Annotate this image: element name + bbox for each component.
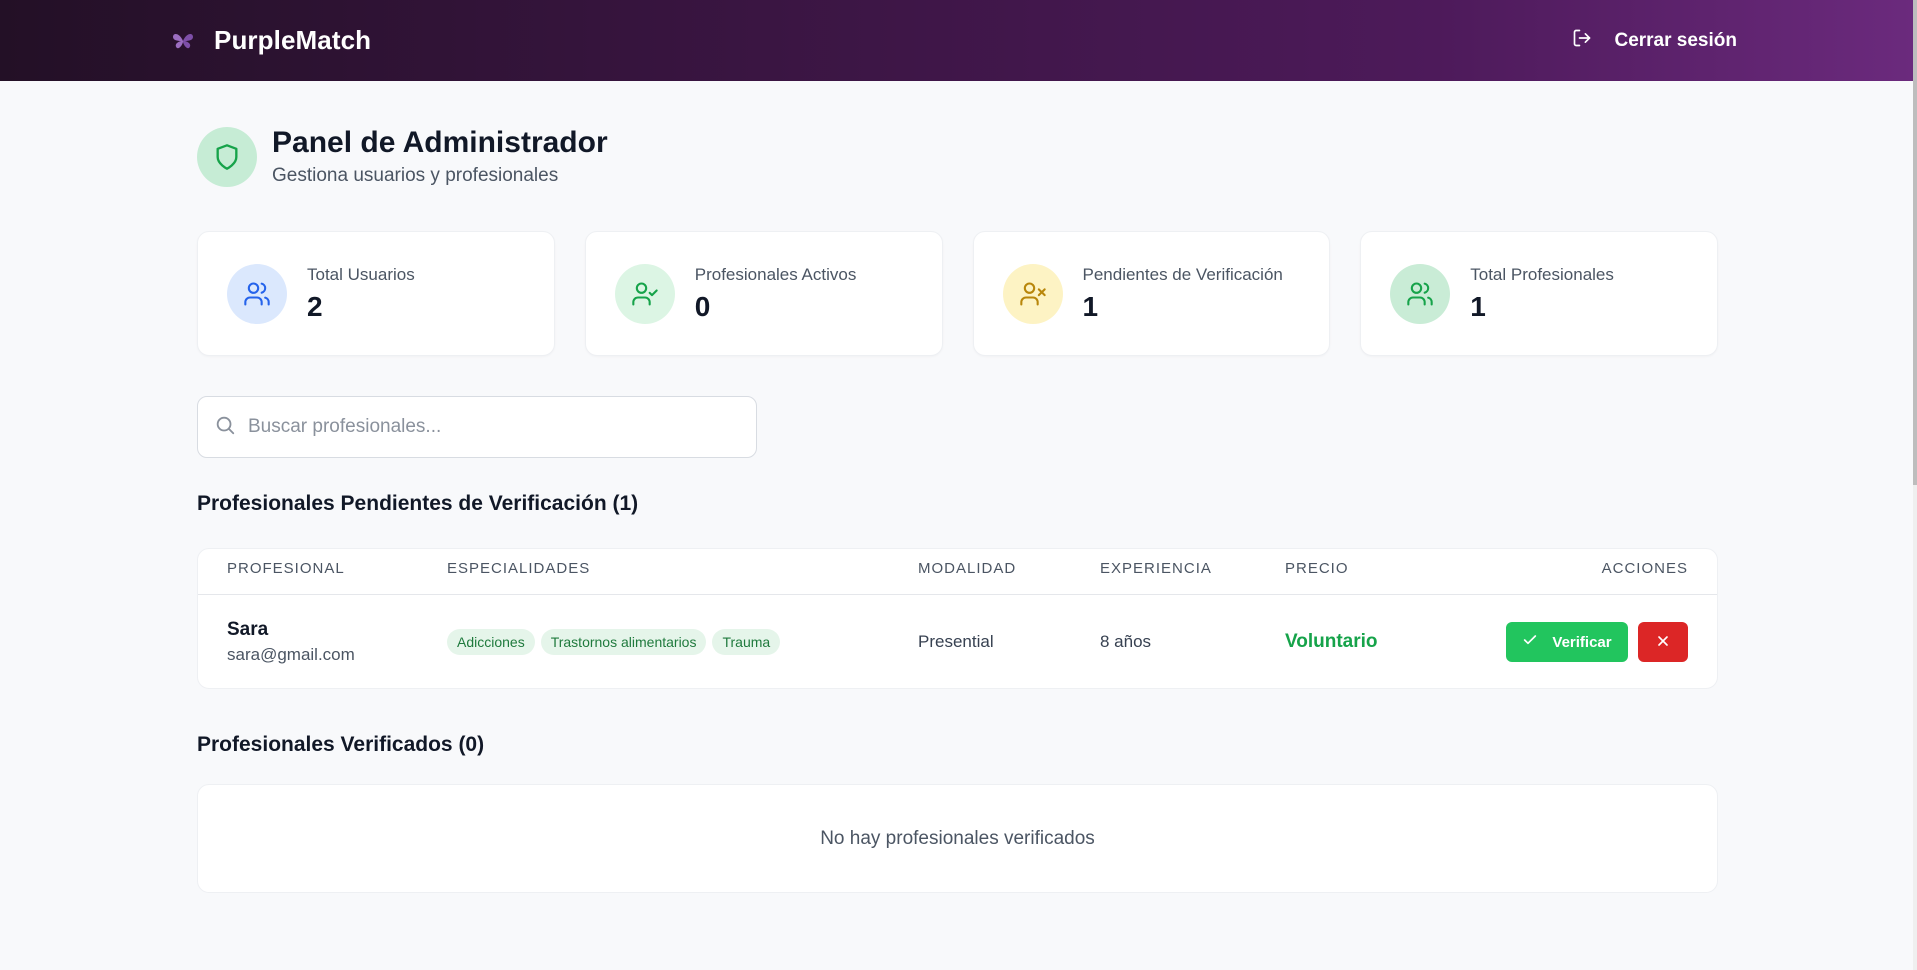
butterfly-logo-icon [170, 28, 196, 54]
specialty-tag: Trastornos alimentarios [540, 629, 707, 655]
stat-value: 1 [1082, 290, 1099, 322]
modality-value: Presential [918, 632, 994, 651]
stats-row: Total Usuarios 2 Profesionales Activos 0… [197, 231, 1718, 356]
stat-card-pending-verification: Pendientes de Verificación 1 [972, 231, 1331, 356]
stat-label: Total Profesionales [1470, 264, 1614, 284]
row-actions: Verificar [1506, 595, 1688, 689]
reject-button[interactable] [1638, 622, 1688, 662]
check-icon [1522, 632, 1538, 652]
stat-label: Pendientes de Verificación [1082, 264, 1283, 284]
top-navbar: PurpleMatch Cerrar sesión [0, 0, 1913, 81]
user-check-icon [614, 263, 675, 324]
empty-message: No hay profesionales verificados [820, 827, 1095, 849]
column-header-professional: PROFESIONAL [227, 560, 345, 577]
experience-value: 8 años [1100, 632, 1152, 651]
verified-section-title: Profesionales Verificados (0) [197, 733, 485, 756]
stat-card-total-professionals: Total Profesionales 1 [1360, 231, 1718, 356]
table-header: PROFESIONAL ESPECIALIDADES MODALIDAD EXP… [198, 549, 1717, 595]
specialty-tag: Adicciones [447, 629, 535, 655]
close-icon [1655, 633, 1671, 652]
column-header-experience: EXPERIENCIA [1100, 560, 1212, 577]
column-header-price: PRECIO [1285, 560, 1349, 577]
verified-empty-state: No hay profesionales verificados [197, 784, 1718, 893]
stat-card-total-users: Total Usuarios 2 [197, 231, 555, 356]
scrollbar-thumb[interactable] [1913, 0, 1917, 485]
stat-value: 1 [1470, 290, 1486, 322]
stat-label: Profesionales Activos [694, 264, 857, 284]
price-value: Voluntario [1285, 631, 1378, 652]
brand-name: PurpleMatch [214, 25, 372, 55]
professional-email: sara@gmail.com [227, 645, 355, 664]
page-subtitle: Gestiona usuarios y profesionales [272, 165, 559, 186]
stat-label: Total Usuarios [307, 264, 415, 284]
pending-section-title: Profesionales Pendientes de Verificación… [197, 492, 639, 515]
users-icon [227, 263, 287, 324]
search-input[interactable] [248, 416, 728, 438]
search-icon [214, 414, 236, 441]
pending-table: PROFESIONAL ESPECIALIDADES MODALIDAD EXP… [197, 548, 1718, 689]
stat-value: 0 [694, 290, 711, 322]
page-title: Panel de Administrador [272, 126, 608, 159]
column-header-modality: MODALIDAD [918, 560, 1017, 577]
table-row: Sara sara@gmail.com Adicciones Trastorno… [198, 595, 1717, 689]
brand[interactable]: PurpleMatch [170, 0, 371, 81]
specialties-list: Adicciones Trastornos alimentarios Traum… [447, 595, 786, 689]
search-box[interactable] [197, 396, 757, 458]
logout-icon [1572, 28, 1592, 54]
shield-icon [197, 126, 257, 187]
user-x-icon [1002, 263, 1063, 324]
logout-label: Cerrar sesión [1614, 29, 1737, 51]
stat-card-active-professionals: Profesionales Activos 0 [584, 231, 943, 356]
verify-button[interactable]: Verificar [1506, 622, 1628, 662]
specialty-tag: Trauma [712, 629, 781, 655]
verify-button-label: Verificar [1552, 633, 1612, 651]
logout-button[interactable]: Cerrar sesión [1572, 0, 1737, 81]
column-header-specialties: ESPECIALIDADES [447, 560, 591, 577]
users-icon [1390, 263, 1451, 324]
column-header-actions: ACCIONES [1601, 560, 1688, 577]
page-header: Panel de Administrador Gestiona usuarios… [197, 126, 608, 187]
stat-value: 2 [307, 290, 323, 322]
professional-name: Sara [227, 619, 269, 640]
